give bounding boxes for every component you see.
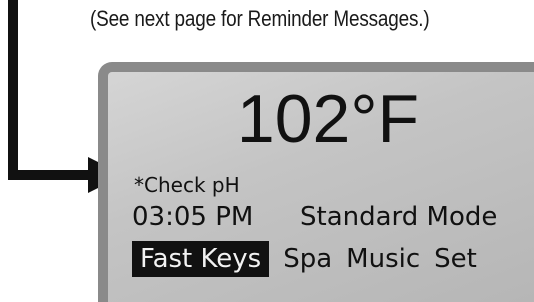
operating-mode: Standard Mode bbox=[300, 202, 498, 232]
menu-item-fast-keys[interactable]: Fast Keys bbox=[132, 241, 270, 277]
water-temperature-readout: 102°F bbox=[236, 81, 420, 157]
clock-time: 03:05 PM bbox=[132, 202, 254, 232]
callout-line-vertical bbox=[8, 0, 18, 180]
reminder-message: *Check pH bbox=[134, 173, 240, 197]
callout-line-horizontal bbox=[8, 170, 94, 180]
lcd-display-panel: 102°F *Check pH 03:05 PM Standard Mode F… bbox=[98, 62, 534, 302]
soft-key-menu: Fast Keys Spa Music Set bbox=[132, 240, 477, 278]
menu-item-spa[interactable]: Spa bbox=[283, 241, 332, 277]
reminder-messages-note: (See next page for Reminder Messages.) bbox=[90, 6, 430, 31]
menu-item-music[interactable]: Music bbox=[346, 241, 420, 277]
menu-item-set[interactable]: Set bbox=[434, 241, 477, 277]
